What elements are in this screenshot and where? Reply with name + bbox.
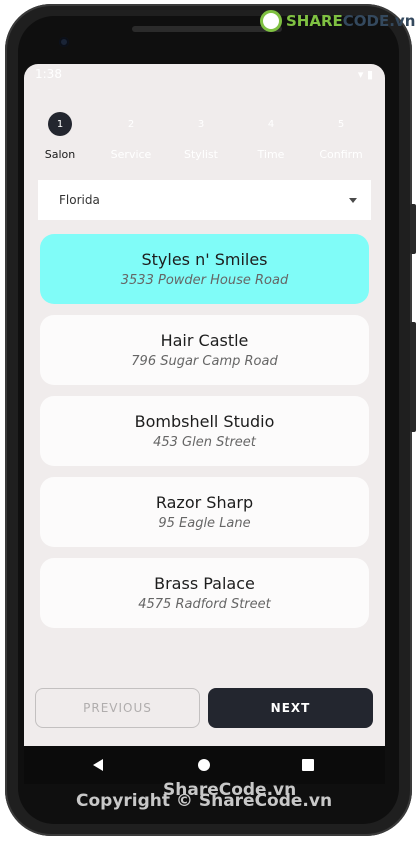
salon-name: Hair Castle: [160, 331, 249, 350]
step-label: Time: [257, 148, 285, 161]
step-confirm[interactable]: 5 Confirm: [306, 108, 376, 162]
logo-rest: CODE.vn: [342, 12, 416, 30]
salon-name: Bombshell Studio: [134, 412, 275, 431]
power-button: [410, 204, 416, 254]
salon-address: 453 Glen Street: [153, 435, 256, 450]
android-nav-bar: [24, 746, 385, 784]
status-time: 1:38: [35, 67, 62, 81]
step-stylist[interactable]: 3 Stylist: [166, 108, 236, 162]
step-salon[interactable]: 1 Salon: [25, 108, 95, 161]
salon-address: 4575 Radford Street: [138, 597, 271, 612]
step-label: Service: [110, 148, 152, 161]
location-dropdown[interactable]: Florida: [38, 180, 371, 220]
app-screen: 1:38 ▾ ▮ 1 Salon 2 Service 3 Stylist 4 T…: [24, 64, 385, 746]
logo-icon: [260, 10, 282, 32]
step-number: 1: [48, 112, 72, 136]
salon-name: Brass Palace: [154, 574, 255, 593]
salon-name: Razor Sharp: [155, 493, 254, 512]
previous-button[interactable]: PREVIOUS: [35, 688, 200, 728]
salon-card-selected[interactable]: Styles n' Smiles 3533 Powder House Road: [40, 234, 369, 304]
salon-list: Styles n' Smiles 3533 Powder House Road …: [40, 234, 369, 639]
back-icon[interactable]: [93, 759, 103, 771]
status-icons: ▾ ▮: [357, 68, 373, 81]
step-label: Confirm: [319, 148, 363, 161]
salon-card[interactable]: Brass Palace 4575 Radford Street: [40, 558, 369, 628]
step-number: 3: [197, 118, 205, 130]
watermark-logo: SHARE CODE.vn: [260, 10, 415, 32]
salon-card[interactable]: Bombshell Studio 453 Glen Street: [40, 396, 369, 466]
salon-address: 3533 Powder House Road: [120, 273, 289, 288]
salon-name: Styles n' Smiles: [141, 250, 268, 269]
booking-stepper: 1 Salon 2 Service 3 Stylist 4 Time 5 Con…: [24, 108, 385, 168]
step-number: 4: [267, 118, 275, 130]
step-number: 5: [337, 118, 345, 130]
recent-apps-icon[interactable]: [302, 759, 314, 771]
step-label: Stylist: [184, 148, 218, 161]
location-value: Florida: [59, 193, 100, 207]
camera-icon: [59, 37, 69, 47]
watermark-copyright: Copyright © ShareCode.vn: [76, 791, 333, 811]
next-button[interactable]: NEXT: [208, 688, 373, 728]
volume-button: [410, 322, 416, 432]
step-label: Salon: [44, 148, 76, 161]
salon-address: 796 Sugar Camp Road: [131, 354, 278, 369]
caret-down-icon: [349, 197, 357, 203]
logo-brand: SHARE: [286, 12, 343, 30]
home-icon[interactable]: [198, 759, 210, 771]
salon-card[interactable]: Razor Sharp 95 Eagle Lane: [40, 477, 369, 547]
salon-address: 95 Eagle Lane: [158, 516, 251, 531]
step-number: 2: [127, 118, 135, 130]
salon-card[interactable]: Hair Castle 796 Sugar Camp Road: [40, 315, 369, 385]
step-service[interactable]: 2 Service: [96, 108, 166, 162]
step-time[interactable]: 4 Time: [236, 108, 306, 162]
status-bar: 1:38 ▾ ▮: [24, 64, 385, 86]
